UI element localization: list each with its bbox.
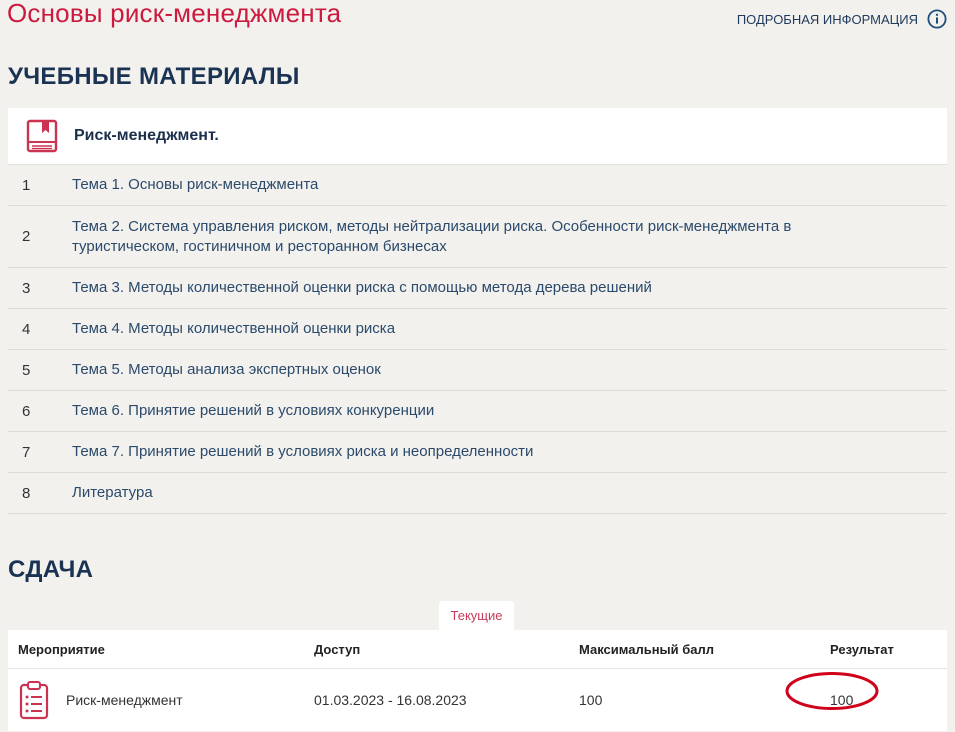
table-header: Мероприятие Доступ Максимальный балл Рез… (8, 630, 947, 669)
topic-row[interactable]: 4 Тема 4. Методы количественной оценки р… (8, 309, 947, 350)
topic-row[interactable]: 5 Тема 5. Методы анализа экспертных оцен… (8, 350, 947, 391)
page-title: Основы риск-менеджмента (7, 0, 342, 28)
materials-heading: УЧЕБНЫЕ МАТЕРИАЛЫ (8, 63, 300, 90)
topic-row[interactable]: 8 Литература (8, 473, 947, 514)
book-icon (26, 119, 58, 153)
topic-row[interactable]: 2 Тема 2. Система управления риском, мет… (8, 206, 947, 268)
topic-link[interactable]: Литература (72, 483, 947, 503)
topic-number: 6 (22, 402, 31, 420)
topic-number: 3 (22, 279, 31, 297)
event-cell[interactable]: Риск-менеджмент (8, 680, 306, 720)
column-header-event: Мероприятие (18, 641, 105, 657)
details-link-label: ПОДРОБНАЯ ИНФОРМАЦИЯ (736, 11, 918, 27)
column-header-access: Доступ (314, 641, 361, 657)
topic-row[interactable]: 7 Тема 7. Принятие решений в условиях ри… (8, 432, 947, 473)
access-dates: 01.03.2023 - 16.08.2023 (314, 692, 467, 708)
topic-number: 4 (22, 320, 31, 338)
result-cell: 100 (785, 672, 947, 710)
submission-heading: СДАЧА (8, 556, 94, 583)
topic-link[interactable]: Тема 3. Методы количественной оценки рис… (72, 278, 947, 298)
topic-number: 7 (22, 443, 31, 461)
topic-link[interactable]: Тема 2. Система управления риском, метод… (72, 217, 947, 257)
annotation-circle (785, 672, 879, 710)
topic-number: 2 (22, 228, 31, 245)
topic-link[interactable]: Тема 5. Методы анализа экспертных оценок (72, 360, 947, 380)
course-header[interactable]: Риск-менеджмент. (8, 108, 947, 165)
table-row[interactable]: Риск-менеджмент 01.03.2023 - 16.08.2023 … (8, 669, 947, 731)
info-circle-icon (927, 9, 947, 29)
topic-number: 5 (22, 361, 31, 379)
topic-number: 1 (22, 176, 31, 194)
column-header-max-score: Максимальный балл (579, 641, 715, 657)
submission-table: Мероприятие Доступ Максимальный балл Рез… (8, 630, 947, 731)
topic-row[interactable]: 6 Тема 6. Принятие решений в условиях ко… (8, 391, 947, 432)
topic-link[interactable]: Тема 7. Принятие решений в условиях риск… (72, 442, 947, 462)
event-name[interactable]: Риск-менеджмент (66, 692, 183, 708)
clipboard-list-icon (19, 681, 49, 720)
column-header-result: Результат (830, 641, 894, 657)
topic-link[interactable]: Тема 4. Методы количественной оценки рис… (72, 319, 947, 339)
details-link[interactable]: ПОДРОБНАЯ ИНФОРМАЦИЯ (737, 9, 947, 29)
tab-current[interactable]: Текущие (439, 601, 514, 630)
topic-row[interactable]: 1 Тема 1. Основы риск-менеджмента (8, 165, 947, 206)
course-card: Риск-менеджмент. 1 Тема 1. Основы риск-м… (8, 108, 947, 514)
topic-number: 8 (22, 484, 31, 502)
topic-link[interactable]: Тема 6. Принятие решений в условиях конк… (72, 401, 947, 421)
topic-link[interactable]: Тема 1. Основы риск-менеджмента (72, 175, 947, 195)
topic-row[interactable]: 3 Тема 3. Методы количественной оценки р… (8, 268, 947, 309)
course-name: Риск-менеджмент. (74, 127, 219, 144)
